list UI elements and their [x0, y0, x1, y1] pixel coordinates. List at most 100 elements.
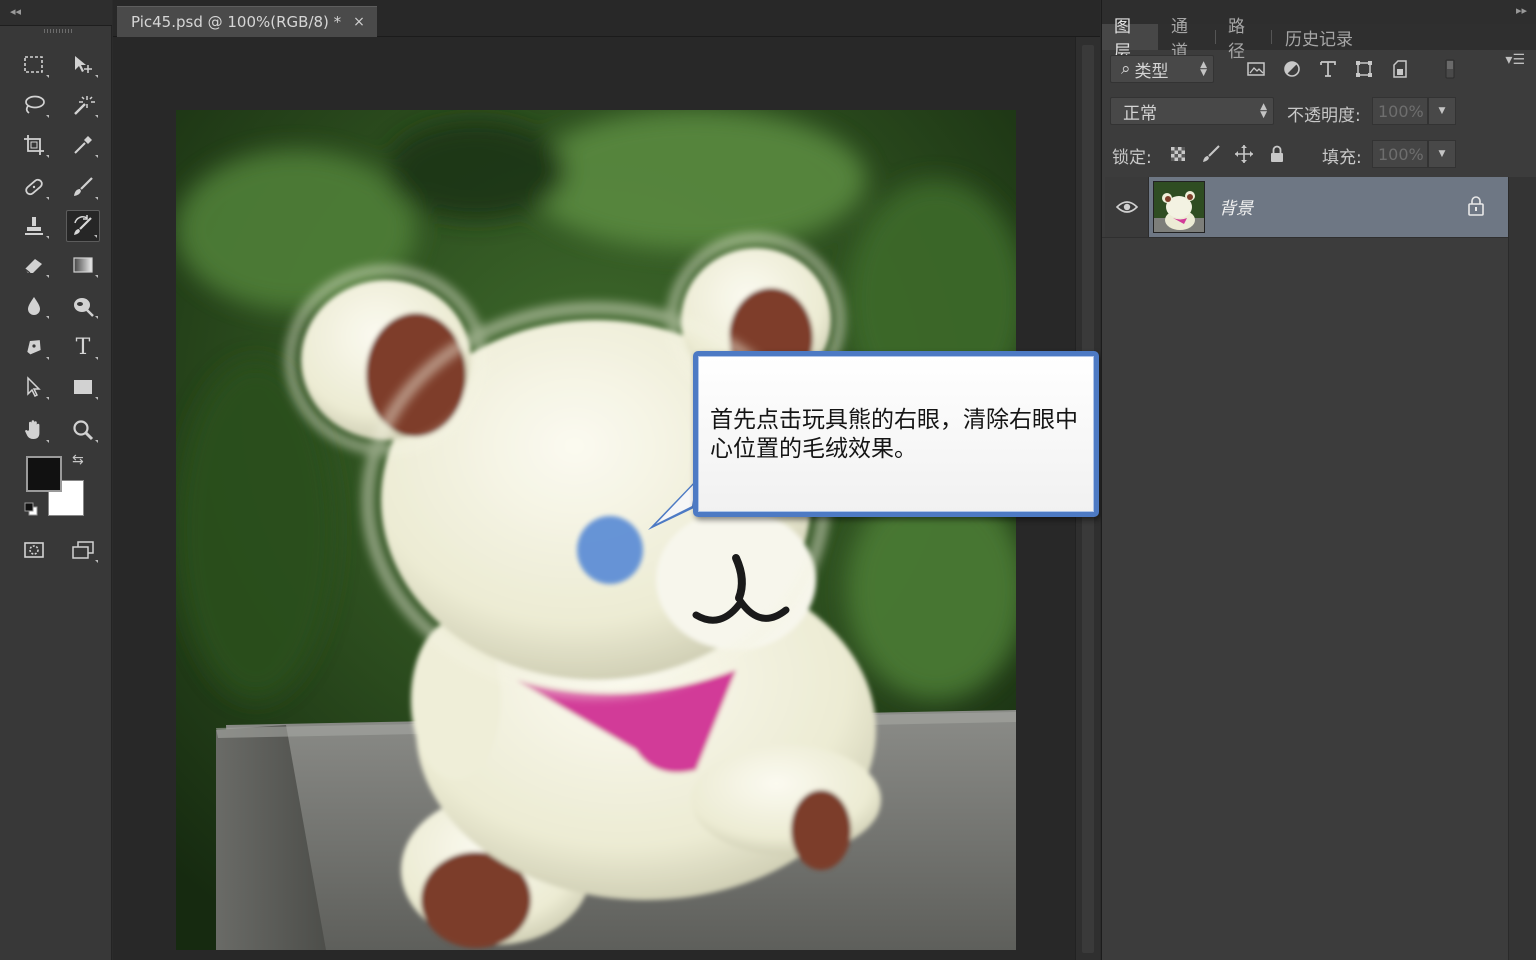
- screen-mode-button[interactable]: [66, 534, 100, 566]
- magic-wand-tool[interactable]: [66, 89, 100, 121]
- blur-tool[interactable]: [17, 290, 51, 322]
- crop-icon: [24, 135, 44, 155]
- tab-channels[interactable]: 通道: [1159, 17, 1216, 62]
- canvas-image[interactable]: [176, 110, 1016, 950]
- document-tab-bar: Pic45.psd @ 100%(RGB/8) * ×: [113, 0, 1100, 37]
- history-brush-tool[interactable]: [66, 210, 100, 242]
- rectangle-tool[interactable]: [66, 371, 100, 403]
- tools-panel-grip[interactable]: [44, 29, 74, 33]
- tab-label: 路径: [1228, 17, 1245, 62]
- path-selection-tool[interactable]: [17, 371, 51, 403]
- panel-tabs: 图层 通道 路径 历史记录 ▾☰: [1102, 17, 1536, 68]
- screen-mode-icon: [72, 541, 94, 559]
- layer-visibility-toggle[interactable]: [1105, 177, 1149, 237]
- collapse-panel-icon[interactable]: ◂◂: [10, 5, 21, 18]
- expand-panel-icon[interactable]: ▸▸: [1516, 4, 1527, 17]
- stamp-icon: [25, 217, 43, 235]
- tab-history[interactable]: 历史记录: [1273, 24, 1365, 50]
- adjustment-icon: [1284, 61, 1300, 77]
- layer-filter-select[interactable]: ⌕ 类型 ▲ ▼: [1110, 55, 1214, 83]
- close-tab-icon[interactable]: ×: [353, 14, 365, 30]
- lock-position-button[interactable]: [1232, 142, 1256, 166]
- bandage-icon: [25, 178, 43, 196]
- lock-label: 锁定:: [1112, 148, 1152, 168]
- opacity-label: 不透明度:: [1287, 106, 1361, 126]
- rectangle-icon: [74, 380, 92, 394]
- move-arrows-icon: [1235, 145, 1253, 163]
- chevron-down-icon: ▼: [1438, 149, 1446, 159]
- color-swatches: ⇆: [22, 452, 98, 522]
- dodge-tool[interactable]: [66, 290, 100, 322]
- marquee-icon: [24, 56, 43, 73]
- fill-label: 填充:: [1322, 148, 1362, 168]
- blend-mode-select[interactable]: 正常 ▲ ▼: [1110, 97, 1274, 125]
- layer-name[interactable]: 背景: [1219, 194, 1253, 219]
- filter-toggle-switch[interactable]: [1438, 57, 1462, 81]
- zoom-tool[interactable]: [66, 414, 100, 446]
- layer-row[interactable]: 背景: [1105, 177, 1508, 237]
- tools-panel: ◂◂ T ⇆: [0, 0, 112, 960]
- move-tool[interactable]: [66, 49, 100, 81]
- clone-stamp-tool[interactable]: [17, 210, 51, 242]
- layer-thumbnail: [1153, 181, 1205, 233]
- pen-tool[interactable]: [17, 331, 51, 363]
- tab-paths[interactable]: 路径: [1216, 17, 1272, 62]
- callout-text: 首先点击玩具熊的右眼，清除右眼中心位置的毛绒效果。: [710, 407, 1078, 462]
- eraser-icon: [24, 259, 42, 274]
- document-tab[interactable]: Pic45.psd @ 100%(RGB/8) * ×: [117, 6, 377, 37]
- brush-tool[interactable]: [66, 171, 100, 203]
- fill-input[interactable]: 100%: [1372, 140, 1428, 168]
- blend-mode-value: 正常: [1123, 103, 1157, 124]
- layer-list-divider: [1102, 237, 1508, 238]
- layers-scrollbar[interactable]: [1508, 177, 1536, 960]
- opacity-input[interactable]: 100%: [1372, 97, 1428, 125]
- tools-panel-header: ◂◂: [0, 0, 112, 26]
- filter-pixel-layers-button[interactable]: [1244, 57, 1268, 81]
- chevron-down-icon: ▼: [1438, 106, 1446, 116]
- eraser-tool[interactable]: [17, 249, 51, 281]
- fill-dropdown[interactable]: ▼: [1428, 140, 1456, 168]
- teddy-bear-photo: [176, 110, 1016, 950]
- spot-healing-brush-tool[interactable]: [17, 171, 51, 203]
- layers-panel: ▸▸ 图层 通道 路径 历史记录 ▾☰ ⌕ 类型 ▲ ▼ 正常 ▲ ▼ 不透明度…: [1101, 0, 1536, 960]
- lock-all-button[interactable]: [1265, 142, 1289, 166]
- filter-shape-layers-button[interactable]: [1352, 57, 1376, 81]
- lock-transparent-pixels-button[interactable]: [1166, 142, 1190, 166]
- droplet-icon: [28, 297, 40, 315]
- lock-image-pixels-button[interactable]: [1199, 142, 1223, 166]
- filter-type-layers-button[interactable]: [1316, 57, 1340, 81]
- chevron-updown-icon: ▲ ▼: [1200, 60, 1207, 78]
- swap-colors-icon[interactable]: ⇆: [72, 452, 84, 468]
- opacity-dropdown[interactable]: ▼: [1428, 97, 1456, 125]
- type-icon: [1320, 61, 1336, 77]
- layer-lock-icon: [1468, 196, 1484, 216]
- magic-wand-icon: [74, 96, 95, 115]
- chevron-updown-icon: ▲ ▼: [1260, 102, 1267, 120]
- shape-icon: [1356, 61, 1372, 77]
- eyedropper-icon: [74, 136, 92, 154]
- panel-menu-icon[interactable]: ▾☰: [1505, 52, 1525, 68]
- checkerboard-icon: [1171, 147, 1185, 161]
- lasso-tool[interactable]: [17, 89, 51, 121]
- search-icon: ⌕: [1121, 59, 1131, 79]
- type-tool[interactable]: T: [66, 331, 100, 363]
- tab-layers[interactable]: 图层: [1102, 17, 1158, 62]
- filter-smart-objects-button[interactable]: [1388, 57, 1412, 81]
- eye-icon: [1115, 201, 1138, 213]
- hand-tool[interactable]: [17, 414, 51, 446]
- gradient-tool[interactable]: [66, 249, 100, 281]
- path-selection-icon: [27, 376, 41, 398]
- lasso-icon: [25, 95, 45, 114]
- quick-mask-button[interactable]: [17, 534, 51, 566]
- filter-adjustment-layers-button[interactable]: [1280, 57, 1304, 81]
- default-colors-icon[interactable]: [24, 502, 38, 516]
- smart-object-icon: [1393, 60, 1407, 78]
- lock-icon: [1271, 145, 1283, 162]
- rectangular-marquee-tool[interactable]: [17, 49, 51, 81]
- eyedropper-tool[interactable]: [66, 129, 100, 161]
- history-brush-icon: [74, 215, 92, 235]
- pen-icon: [27, 340, 41, 355]
- tab-label: 历史记录: [1285, 29, 1353, 50]
- crop-tool[interactable]: [17, 129, 51, 161]
- foreground-color-swatch[interactable]: [26, 456, 62, 492]
